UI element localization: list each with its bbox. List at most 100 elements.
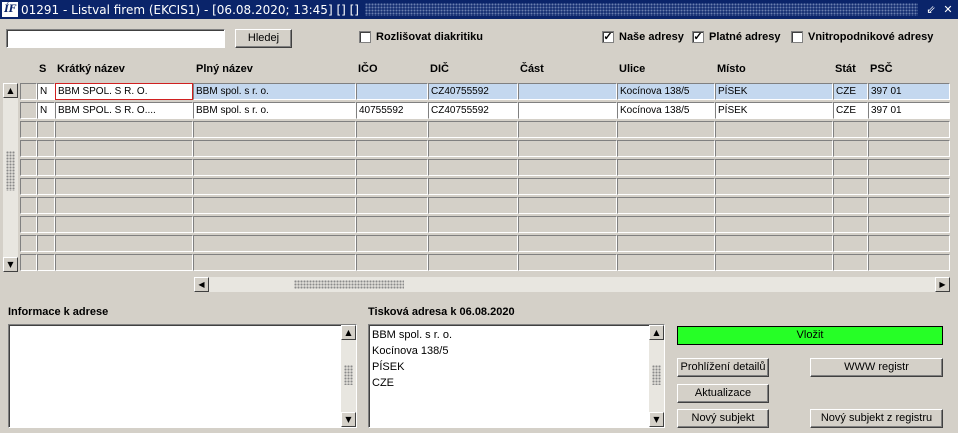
dic-cell[interactable]	[428, 140, 518, 157]
city-cell[interactable]	[715, 235, 833, 252]
ico-cell[interactable]	[356, 159, 428, 176]
table-row[interactable]: N BBM SPOL. S R. O. BBM spol. s r. o. CZ407…	[0, 83, 958, 100]
info-scrollbar[interactable]: ▲ ▼	[341, 325, 356, 427]
checkbox-box[interactable]	[791, 31, 803, 43]
part-cell[interactable]	[518, 121, 617, 138]
status-cell[interactable]	[37, 197, 55, 214]
scroll-down-icon[interactable]: ▼	[649, 412, 664, 427]
zip-cell[interactable]	[868, 254, 950, 271]
status-cell[interactable]	[37, 235, 55, 252]
street-cell[interactable]	[617, 197, 715, 214]
street-cell[interactable]: Kocínova 138/5	[617, 83, 715, 100]
state-cell[interactable]	[833, 254, 868, 271]
full-name-cell[interactable]	[193, 235, 356, 252]
ico-cell[interactable]	[356, 197, 428, 214]
column-header-ico[interactable]: IČO	[358, 63, 378, 75]
state-cell[interactable]	[833, 235, 868, 252]
ico-cell[interactable]	[356, 216, 428, 233]
table-row[interactable]	[0, 235, 958, 252]
state-cell[interactable]	[833, 121, 868, 138]
dic-cell[interactable]	[428, 197, 518, 214]
full-name-cell[interactable]	[193, 159, 356, 176]
street-cell[interactable]	[617, 216, 715, 233]
city-cell[interactable]	[715, 254, 833, 271]
zip-cell[interactable]	[868, 197, 950, 214]
column-header-full-name[interactable]: Plný název	[196, 63, 253, 75]
table-row[interactable]	[0, 197, 958, 214]
column-header-zip[interactable]: PSČ	[870, 63, 893, 75]
print-address-scrollbar[interactable]: ▲ ▼	[649, 325, 664, 427]
row-selector[interactable]	[20, 178, 37, 195]
short-name-cell[interactable]: BBM SPOL. S R. O.	[55, 83, 193, 100]
row-selector[interactable]	[20, 121, 37, 138]
full-name-cell[interactable]	[193, 178, 356, 195]
checkbox-internal-addresses[interactable]: Vnitropodnikové adresy	[791, 31, 933, 43]
part-cell[interactable]	[518, 140, 617, 157]
close-icon[interactable]: ✕	[941, 3, 955, 17]
zip-cell[interactable]	[868, 121, 950, 138]
street-cell[interactable]	[617, 178, 715, 195]
checkbox-box[interactable]: ✓	[602, 31, 614, 43]
new-subject-from-registry-button[interactable]: Nový subjekt z registru	[810, 409, 943, 428]
restore-icon[interactable]: ⇙	[924, 3, 938, 17]
new-subject-button[interactable]: Nový subjekt	[677, 409, 769, 428]
zip-cell[interactable]	[868, 140, 950, 157]
street-cell[interactable]	[617, 159, 715, 176]
column-header-short-name[interactable]: Krátký název	[57, 63, 125, 75]
ico-cell[interactable]: 40755592	[356, 102, 428, 119]
short-name-cell[interactable]	[55, 254, 193, 271]
part-cell[interactable]	[518, 197, 617, 214]
short-name-cell[interactable]	[55, 235, 193, 252]
city-cell[interactable]	[715, 178, 833, 195]
city-cell[interactable]	[715, 216, 833, 233]
street-cell[interactable]	[617, 235, 715, 252]
short-name-cell[interactable]	[55, 159, 193, 176]
status-cell[interactable]	[37, 121, 55, 138]
search-input[interactable]	[6, 29, 225, 48]
dic-cell[interactable]	[428, 235, 518, 252]
dic-cell[interactable]	[428, 216, 518, 233]
street-cell[interactable]	[617, 140, 715, 157]
city-cell[interactable]	[715, 140, 833, 157]
checkbox-diacritics[interactable]: Rozlišovat diakritiku	[359, 31, 483, 43]
ico-cell[interactable]	[356, 83, 428, 100]
scroll-left-icon[interactable]: ◀	[194, 277, 209, 292]
state-cell[interactable]	[833, 216, 868, 233]
city-cell[interactable]: PÍSEK	[715, 102, 833, 119]
short-name-cell[interactable]	[55, 197, 193, 214]
part-cell[interactable]	[518, 83, 617, 100]
row-selector[interactable]	[20, 102, 37, 119]
scroll-grip[interactable]	[344, 365, 353, 385]
zip-cell[interactable]	[868, 235, 950, 252]
state-cell[interactable]	[833, 197, 868, 214]
scroll-right-icon[interactable]: ▶	[935, 277, 950, 292]
full-name-cell[interactable]: BBM spol. s r. o.	[193, 83, 356, 100]
ico-cell[interactable]	[356, 254, 428, 271]
full-name-cell[interactable]: BBM spol. s r. o.	[193, 102, 356, 119]
part-cell[interactable]	[518, 254, 617, 271]
view-details-button[interactable]: Prohlížení detailů	[677, 358, 769, 377]
checkbox-box[interactable]	[359, 31, 371, 43]
dic-cell[interactable]: CZ40755592	[428, 102, 518, 119]
row-selector[interactable]	[20, 216, 37, 233]
checkbox-valid-addresses[interactable]: ✓ Platné adresy	[692, 31, 781, 43]
column-header-street[interactable]: Ulice	[619, 63, 645, 75]
status-cell[interactable]	[37, 254, 55, 271]
ico-cell[interactable]	[356, 178, 428, 195]
row-selector[interactable]	[20, 83, 37, 100]
scroll-up-icon[interactable]: ▲	[341, 325, 356, 340]
zip-cell[interactable]	[868, 178, 950, 195]
row-selector[interactable]	[20, 197, 37, 214]
full-name-cell[interactable]	[193, 140, 356, 157]
state-cell[interactable]: CZE	[833, 102, 868, 119]
short-name-cell[interactable]	[55, 178, 193, 195]
full-name-cell[interactable]	[193, 254, 356, 271]
city-cell[interactable]	[715, 121, 833, 138]
column-header-s[interactable]: S	[39, 63, 46, 75]
checkbox-box[interactable]: ✓	[692, 31, 704, 43]
part-cell[interactable]	[518, 235, 617, 252]
state-cell[interactable]	[833, 159, 868, 176]
update-button[interactable]: Aktualizace	[677, 384, 769, 403]
zip-cell[interactable]: 397 01	[868, 102, 950, 119]
zip-cell[interactable]: 397 01	[868, 83, 950, 100]
